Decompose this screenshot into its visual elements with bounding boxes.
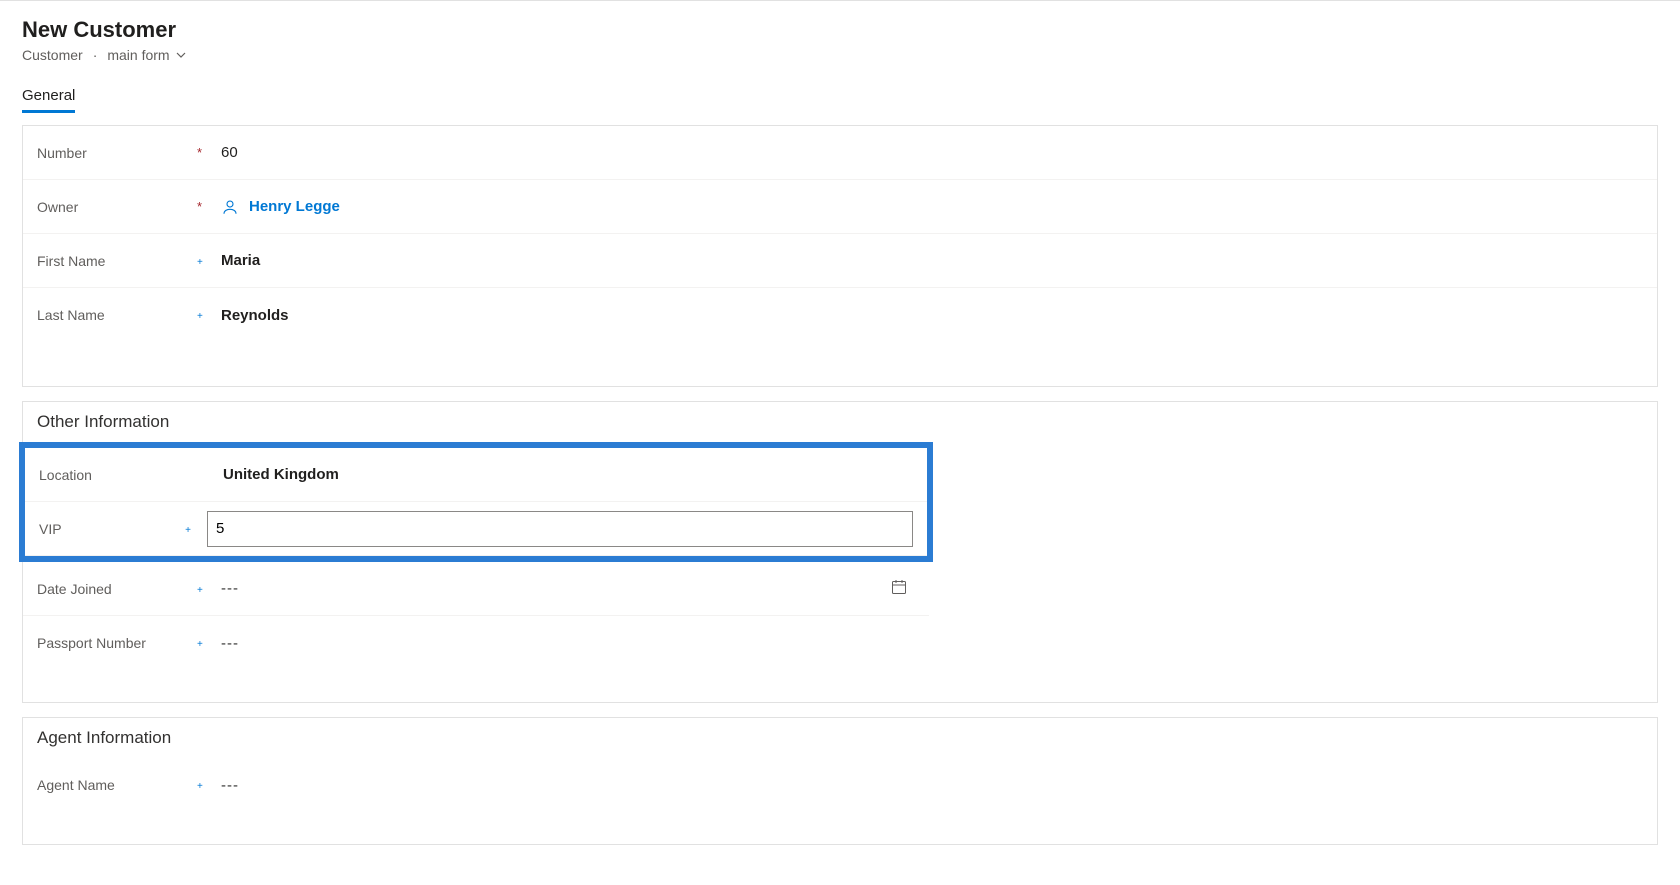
page-title: New Customer	[22, 17, 1658, 43]
recommended-icon: +	[197, 257, 203, 268]
field-row-number[interactable]: Number * 60	[23, 126, 1657, 180]
field-row-location[interactable]: Location United Kingdom	[25, 448, 927, 502]
breadcrumb: Customer · main form	[22, 47, 1658, 63]
required-star-icon: *	[197, 199, 202, 214]
field-row-vip[interactable]: VIP +	[25, 502, 927, 556]
field-label-last-name: Last Name	[37, 307, 197, 323]
highlight-annotation-box: Location United Kingdom VIP +	[19, 442, 933, 562]
required-star-icon: *	[197, 145, 202, 160]
section-other-information: Other Information Location United Kingdo…	[22, 401, 1658, 703]
form-name-label: main form	[107, 47, 169, 63]
field-value-vip-wrapper	[207, 511, 913, 547]
section-general: Number * 60 Owner * Henry Legge First Na…	[22, 125, 1658, 387]
recommended-icon: +	[197, 585, 203, 596]
recommended-icon: +	[197, 639, 203, 650]
field-value-agent-name[interactable]: ---	[221, 777, 915, 794]
agent-name-value: ---	[221, 777, 239, 794]
recommended-icon: +	[197, 781, 203, 792]
entity-label: Customer	[22, 47, 83, 63]
field-value-location[interactable]: United Kingdom	[223, 466, 913, 483]
field-value-passport-number[interactable]: ---	[221, 635, 915, 652]
field-row-agent-name[interactable]: Agent Name + ---	[23, 758, 929, 812]
owner-lookup-link[interactable]: Henry Legge	[221, 198, 340, 216]
field-label-agent-name: Agent Name	[37, 777, 197, 793]
field-row-passport-number[interactable]: Passport Number + ---	[23, 616, 929, 670]
field-row-owner[interactable]: Owner * Henry Legge	[23, 180, 1657, 234]
field-value-first-name[interactable]: Maria	[221, 252, 1643, 269]
field-label-number: Number	[37, 145, 197, 161]
tab-strip: General	[0, 81, 1680, 113]
form-switcher[interactable]: main form	[107, 47, 185, 63]
chevron-down-icon	[176, 47, 186, 63]
field-label-first-name: First Name	[37, 253, 197, 269]
field-row-last-name[interactable]: Last Name + Reynolds	[23, 288, 1657, 342]
section-title-other-information: Other Information	[23, 402, 1657, 442]
vip-input-box[interactable]	[207, 511, 913, 547]
field-value-date-joined[interactable]: ---	[221, 579, 915, 599]
breadcrumb-separator: ·	[93, 47, 98, 63]
recommended-icon: +	[185, 525, 191, 536]
passport-number-value: ---	[221, 635, 239, 652]
owner-name: Henry Legge	[249, 198, 340, 215]
field-value-owner[interactable]: Henry Legge	[221, 198, 1643, 216]
section-title-agent-information: Agent Information	[23, 718, 1657, 758]
section-agent-information: Agent Information Agent Name + ---	[22, 717, 1658, 845]
field-value-last-name[interactable]: Reynolds	[221, 307, 1643, 324]
field-value-number[interactable]: 60	[221, 144, 1643, 161]
tab-general[interactable]: General	[22, 81, 75, 113]
field-label-location: Location	[39, 467, 199, 483]
calendar-icon[interactable]	[891, 579, 915, 599]
page-header: New Customer Customer · main form	[0, 1, 1680, 71]
field-label-vip: VIP	[39, 521, 185, 537]
field-label-owner: Owner	[37, 199, 197, 215]
person-icon	[221, 198, 239, 216]
recommended-icon: +	[197, 311, 203, 322]
date-joined-value: ---	[221, 580, 239, 597]
field-label-passport-number: Passport Number	[37, 635, 197, 651]
field-row-first-name[interactable]: First Name + Maria	[23, 234, 1657, 288]
field-label-date-joined: Date Joined	[37, 581, 197, 597]
field-row-date-joined[interactable]: Date Joined + ---	[23, 562, 929, 616]
vip-input[interactable]	[216, 520, 904, 537]
